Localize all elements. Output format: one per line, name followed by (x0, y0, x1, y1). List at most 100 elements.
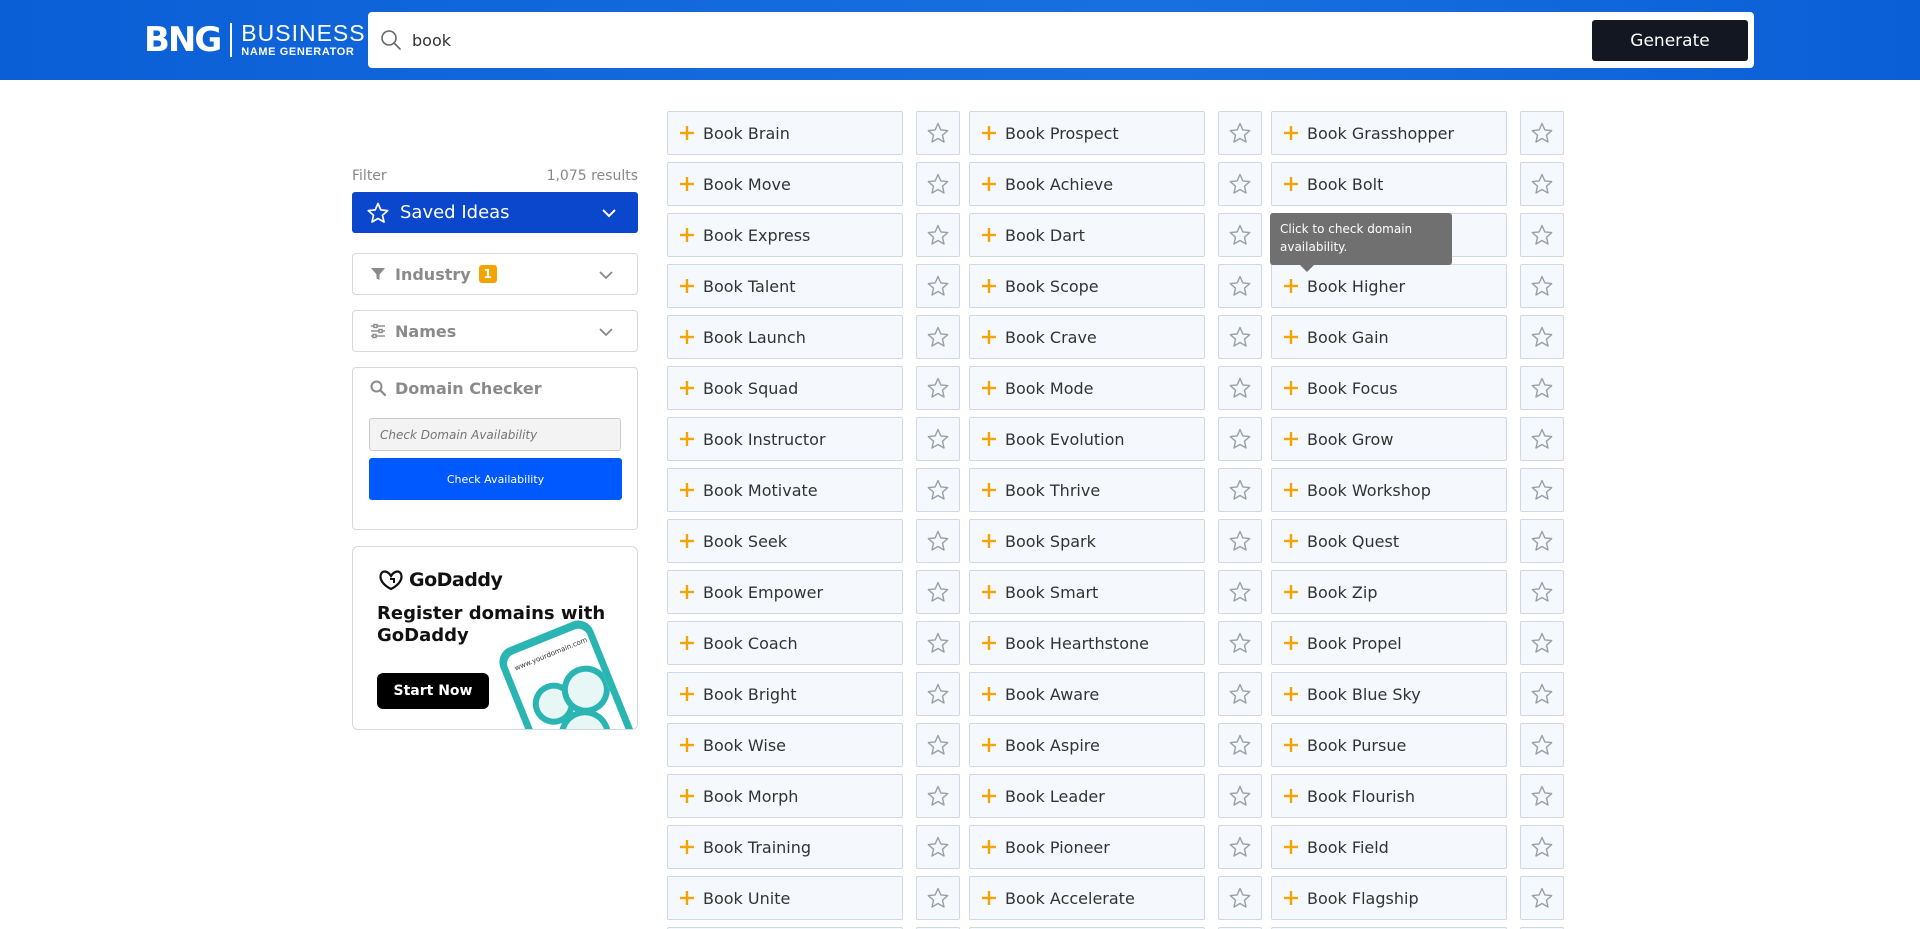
save-idea-button[interactable] (916, 417, 960, 461)
name-result-item[interactable]: Book Flourish (1271, 774, 1507, 818)
name-result-item[interactable]: Book Field (1271, 825, 1507, 869)
save-idea-button[interactable] (1218, 621, 1262, 665)
save-idea-button[interactable] (1218, 213, 1262, 257)
name-result-item[interactable]: Book Crave (969, 315, 1205, 359)
save-idea-button[interactable] (1520, 621, 1564, 665)
save-idea-button[interactable] (1218, 162, 1262, 206)
save-idea-button[interactable] (1218, 570, 1262, 614)
saved-ideas-toggle[interactable]: Saved Ideas (352, 192, 638, 233)
name-result-item[interactable]: Book Empower (667, 570, 903, 614)
name-result-item[interactable]: Book Workshop (1271, 468, 1507, 512)
name-result-item[interactable]: Book Thrive (969, 468, 1205, 512)
name-result-item[interactable]: Book Training (667, 825, 903, 869)
name-result-item[interactable]: Book Squad (667, 366, 903, 410)
save-idea-button[interactable] (1218, 468, 1262, 512)
save-idea-button[interactable] (1218, 111, 1262, 155)
name-result-item[interactable]: Book Morph (667, 774, 903, 818)
save-idea-button[interactable] (1520, 366, 1564, 410)
save-idea-button[interactable] (916, 111, 960, 155)
name-result-item[interactable]: Book Prospect (969, 111, 1205, 155)
save-idea-button[interactable] (1218, 876, 1262, 920)
name-result-item[interactable]: Book Bolt (1271, 162, 1507, 206)
name-result-item[interactable]: Book Accelerate (969, 876, 1205, 920)
domain-input[interactable] (369, 418, 621, 451)
name-result-item[interactable]: Book Scope (969, 264, 1205, 308)
name-result-item[interactable]: Book Pursue (1271, 723, 1507, 767)
save-idea-button[interactable] (1520, 162, 1564, 206)
save-idea-button[interactable] (1218, 825, 1262, 869)
name-result-item[interactable]: Book Talent (667, 264, 903, 308)
name-result-item[interactable]: Book Gain (1271, 315, 1507, 359)
save-idea-button[interactable] (916, 774, 960, 818)
name-result-item[interactable]: Book Blue Sky (1271, 672, 1507, 716)
search-input[interactable] (412, 12, 1412, 68)
save-idea-button[interactable] (916, 876, 960, 920)
name-result-item[interactable]: Book Flagship (1271, 876, 1507, 920)
save-idea-button[interactable] (916, 519, 960, 563)
save-idea-button[interactable] (1520, 315, 1564, 359)
name-result-item[interactable]: Book Achieve (969, 162, 1205, 206)
name-result-item[interactable]: Book Express (667, 213, 903, 257)
name-result-item[interactable]: Book Quest (1271, 519, 1507, 563)
save-idea-button[interactable] (916, 621, 960, 665)
save-idea-button[interactable] (1520, 417, 1564, 461)
save-idea-button[interactable] (1520, 774, 1564, 818)
name-result-item[interactable]: Book Move (667, 162, 903, 206)
check-availability-button[interactable]: Check Availability (369, 458, 622, 500)
name-result-item[interactable]: Book Spark (969, 519, 1205, 563)
save-idea-button[interactable] (1520, 468, 1564, 512)
save-idea-button[interactable] (1218, 723, 1262, 767)
name-result-item[interactable]: Book Zip (1271, 570, 1507, 614)
name-result-item[interactable]: Book Motivate (667, 468, 903, 512)
save-idea-button[interactable] (1520, 825, 1564, 869)
save-idea-button[interactable] (1520, 264, 1564, 308)
save-idea-button[interactable] (1520, 723, 1564, 767)
name-result-item[interactable]: Book Launch (667, 315, 903, 359)
name-result-item[interactable]: Book Evolution (969, 417, 1205, 461)
name-result-item[interactable]: Book Dart (969, 213, 1205, 257)
name-result-item[interactable]: Book Brain (667, 111, 903, 155)
name-result-item[interactable]: Book Grow (1271, 417, 1507, 461)
name-result-item[interactable]: Book Pioneer (969, 825, 1205, 869)
save-idea-button[interactable] (1520, 876, 1564, 920)
save-idea-button[interactable] (1218, 366, 1262, 410)
godaddy-ad[interactable]: GoDaddy Register domains with GoDaddy St… (352, 546, 638, 730)
name-result-item[interactable]: Book Seek (667, 519, 903, 563)
name-result-item[interactable]: Book Wise (667, 723, 903, 767)
name-result-item[interactable]: Book Instructor (667, 417, 903, 461)
save-idea-button[interactable] (916, 825, 960, 869)
save-idea-button[interactable] (916, 672, 960, 716)
name-result-item[interactable]: Book Unite (667, 876, 903, 920)
save-idea-button[interactable] (916, 264, 960, 308)
generate-button[interactable]: Generate (1592, 20, 1748, 61)
name-result-item[interactable]: Book Aspire (969, 723, 1205, 767)
name-result-item[interactable]: Book Mode (969, 366, 1205, 410)
names-panel[interactable]: Names (352, 310, 638, 352)
start-now-button[interactable]: Start Now (377, 673, 489, 709)
save-idea-button[interactable] (916, 570, 960, 614)
save-idea-button[interactable] (916, 723, 960, 767)
name-result-item[interactable]: Book Leader (969, 774, 1205, 818)
save-idea-button[interactable] (1520, 672, 1564, 716)
name-result-item[interactable]: Book Bright (667, 672, 903, 716)
save-idea-button[interactable] (916, 468, 960, 512)
name-result-item[interactable]: Book Aware (969, 672, 1205, 716)
name-result-item[interactable]: Book Grasshopper (1271, 111, 1507, 155)
brand-logo[interactable]: BNG BUSINESS NAME GENERATOR (144, 20, 366, 60)
save-idea-button[interactable] (1520, 519, 1564, 563)
save-idea-button[interactable] (1520, 570, 1564, 614)
name-result-item[interactable]: Book Propel (1271, 621, 1507, 665)
save-idea-button[interactable] (1520, 111, 1564, 155)
save-idea-button[interactable] (916, 213, 960, 257)
name-result-item[interactable]: Book Coach (667, 621, 903, 665)
save-idea-button[interactable] (916, 315, 960, 359)
save-idea-button[interactable] (916, 366, 960, 410)
save-idea-button[interactable] (916, 162, 960, 206)
save-idea-button[interactable] (1218, 264, 1262, 308)
save-idea-button[interactable] (1218, 519, 1262, 563)
save-idea-button[interactable] (1218, 417, 1262, 461)
save-idea-button[interactable] (1218, 774, 1262, 818)
save-idea-button[interactable] (1520, 213, 1564, 257)
name-result-item[interactable]: Book Hearthstone (969, 621, 1205, 665)
industry-panel[interactable]: Industry 1 (352, 253, 638, 295)
